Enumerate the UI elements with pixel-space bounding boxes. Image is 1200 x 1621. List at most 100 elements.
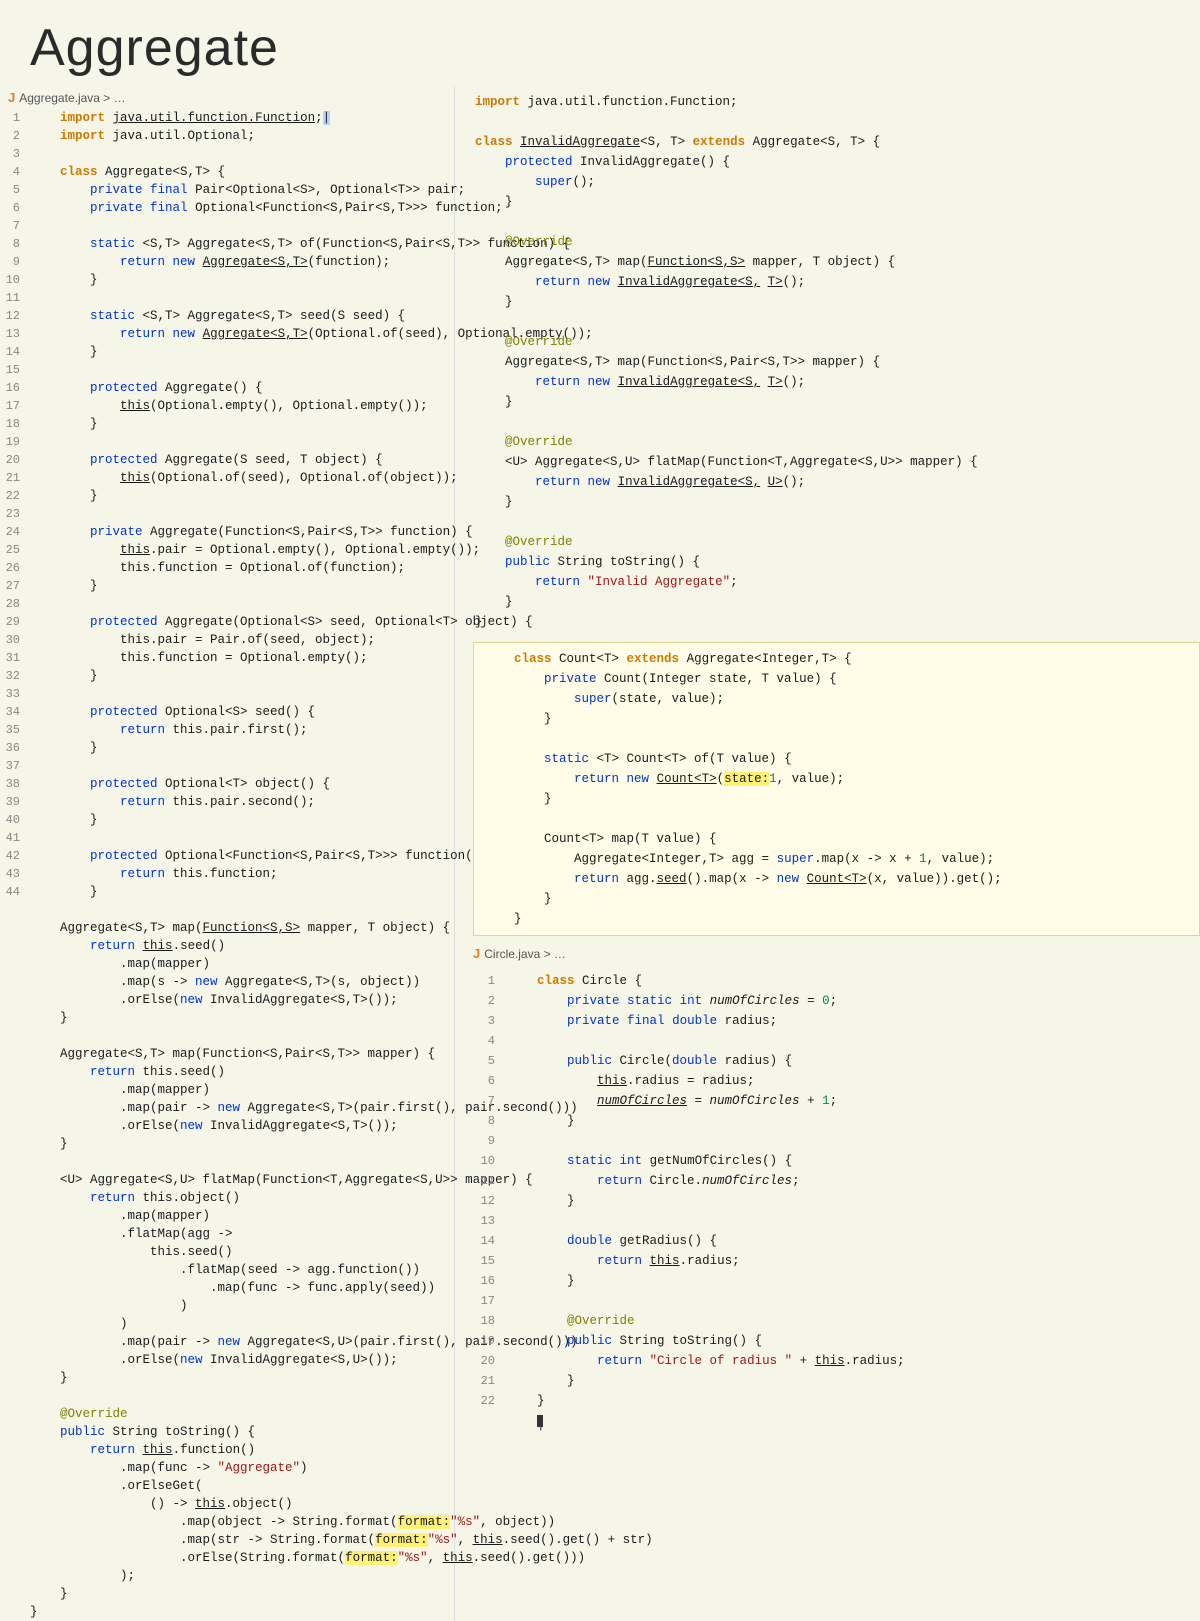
right-line-map1-close: } <box>475 292 1190 312</box>
code-line-n17: return this.object() <box>0 1189 454 1207</box>
java-icon: J <box>8 90 15 105</box>
circle-line-3: 3 private final double radius; <box>475 1011 1190 1031</box>
code-line-35: 35 return this.pair.first(); <box>0 721 454 739</box>
code-line-n15 <box>0 1153 454 1171</box>
right-panel: import java.util.function.Function; clas… <box>455 86 1200 1621</box>
code-line-n1 <box>0 901 454 919</box>
code-line-17: 17 this(Optional.empty(), Optional.empty… <box>0 397 454 415</box>
circle-line-17: 17 <box>475 1291 1190 1311</box>
code-line-38: 38 protected Optional<T> object() { <box>0 775 454 793</box>
count-blank2 <box>484 809 1189 829</box>
code-line-ov8: .map(str -> String.format(format:"%s", t… <box>0 1531 454 1549</box>
code-line-ov6: () -> this.object() <box>0 1495 454 1513</box>
circle-line-11: 11 return Circle.numOfCircles; <box>475 1171 1190 1191</box>
code-line-42: 42 protected Optional<Function<S,Pair<S,… <box>0 847 454 865</box>
code-line-ov1: @Override <box>0 1405 454 1423</box>
code-line-25: 25 this.pair = Optional.empty(), Optiona… <box>0 541 454 559</box>
code-line-9: 9 return new Aggregate<S,T>(function); <box>0 253 454 271</box>
right-line-tostr: public String toString() { <box>475 552 1190 572</box>
code-line-23: 23 <box>0 505 454 523</box>
code-line-7: 7 <box>0 217 454 235</box>
code-line-21: 21 this(Optional.of(seed), Optional.of(o… <box>0 469 454 487</box>
right-line-ctor: protected InvalidAggregate() { <box>475 152 1190 172</box>
left-panel: J Aggregate.java > … 1 import java.util.… <box>0 86 455 1621</box>
code-line-n11: .map(mapper) <box>0 1081 454 1099</box>
code-line-n21: .flatMap(seed -> agg.function()) <box>0 1261 454 1279</box>
circle-line-14: 14 double getRadius() { <box>475 1231 1190 1251</box>
code-line-6: 6 private final Optional<Function<S,Pair… <box>0 199 454 217</box>
code-line-n26: .orElse(new InvalidAggregate<S,U>()); <box>0 1351 454 1369</box>
code-line-26: 26 this.function = Optional.of(function)… <box>0 559 454 577</box>
code-line-14: 14 } <box>0 343 454 361</box>
right-line-blank4 <box>475 412 1190 432</box>
circle-line-13: 13 <box>475 1211 1190 1231</box>
circle-line-19: 19 public String toString() { <box>475 1331 1190 1351</box>
code-line-41: 41 <box>0 829 454 847</box>
code-line-ov11: } <box>0 1585 454 1603</box>
count-of-close: } <box>484 789 1189 809</box>
code-line-2: 2 import java.util.Optional; <box>0 127 454 145</box>
code-line-n23: ) <box>0 1297 454 1315</box>
circle-line-18: 18 @Override <box>475 1311 1190 1331</box>
right-line-map1-ret: return new InvalidAggregate<S, T>(); <box>475 272 1190 292</box>
code-line-ov9: .orElse(String.format(format:"%s", this.… <box>0 1549 454 1567</box>
count-ctor-close: } <box>484 709 1189 729</box>
code-line-36: 36 } <box>0 739 454 757</box>
code-line-29: 29 protected Aggregate(Optional<S> seed,… <box>0 613 454 631</box>
code-line-ov5: .orElseGet( <box>0 1477 454 1495</box>
right-line-flatmap-close: } <box>475 492 1190 512</box>
code-line-22: 22 } <box>0 487 454 505</box>
count-of: static <T> Count<T> of(T value) { <box>484 749 1189 769</box>
code-line-n4: .map(mapper) <box>0 955 454 973</box>
circle-line-end: | <box>475 1411 1190 1431</box>
code-line-31: 31 this.function = Optional.empty(); <box>0 649 454 667</box>
page-title: Aggregate <box>0 0 1200 86</box>
count-map-agg: Aggregate<Integer,T> agg = super.map(x -… <box>484 849 1189 869</box>
count-class-decl: class Count<T> extends Aggregate<Integer… <box>484 649 1189 669</box>
code-line-30: 30 this.pair = Pair.of(seed, object); <box>0 631 454 649</box>
code-line-n9: Aggregate<S,T> map(Function<S,Pair<S,T>>… <box>0 1045 454 1063</box>
code-line-20: 20 protected Aggregate(S seed, T object)… <box>0 451 454 469</box>
right-line-import: import java.util.function.Function; <box>475 92 1190 112</box>
code-line-n2: Aggregate<S,T> map(Function<S,S> mapper,… <box>0 919 454 937</box>
code-line-12: 12 static <S,T> Aggregate<S,T> seed(S se… <box>0 307 454 325</box>
right-line-blank3 <box>475 312 1190 332</box>
code-line-ov4: .map(func -> "Aggregate") <box>0 1459 454 1477</box>
code-line-ov12: } <box>0 1603 454 1621</box>
right-line-blank2 <box>475 212 1190 232</box>
code-line-19: 19 <box>0 433 454 451</box>
code-line-18: 18 } <box>0 415 454 433</box>
right-line-class-close: } <box>475 612 1190 632</box>
right-line-ov3: @Override <box>475 432 1190 452</box>
circle-line-8: 8 } <box>475 1111 1190 1131</box>
code-line-ov3: return this.function() <box>0 1441 454 1459</box>
count-class-close: } <box>484 909 1189 929</box>
code-line-ov10: ); <box>0 1567 454 1585</box>
code-line-11: 11 <box>0 289 454 307</box>
circle-line-20: 20 return "Circle of radius " + this.rad… <box>475 1351 1190 1371</box>
code-line-33: 33 <box>0 685 454 703</box>
circle-line-2: 2 private static int numOfCircles = 0; <box>475 991 1190 1011</box>
code-line-13: 13 return new Aggregate<S,T>(Optional.of… <box>0 325 454 343</box>
code-line-n24: ) <box>0 1315 454 1333</box>
count-map-ret: return agg.seed().map(x -> new Count<T>(… <box>484 869 1189 889</box>
right-file2-label: Circle.java > … <box>484 947 566 961</box>
right-line-flatmap: <U> Aggregate<S,U> flatMap(Function<T,Ag… <box>475 452 1190 472</box>
right-line-ov2: @Override <box>475 332 1190 352</box>
circle-line-5: 5 public Circle(double radius) { <box>475 1051 1190 1071</box>
code-line-44: 44 } <box>0 883 454 901</box>
code-line-ov2: public String toString() { <box>0 1423 454 1441</box>
count-super: super(state, value); <box>484 689 1189 709</box>
right-line-ov4: @Override <box>475 532 1190 552</box>
count-ctor: private Count(Integer state, T value) { <box>484 669 1189 689</box>
code-line-16: 16 protected Aggregate() { <box>0 379 454 397</box>
code-line-n25: .map(pair -> new Aggregate<S,U>(pair.fir… <box>0 1333 454 1351</box>
code-line-n27: } <box>0 1369 454 1387</box>
code-line-n14: } <box>0 1135 454 1153</box>
count-of-ret: return new Count<T>(state:1, value); <box>484 769 1189 789</box>
left-file-header: J Aggregate.java > … <box>0 86 454 109</box>
right-line-tostr-ret: return "Invalid Aggregate"; <box>475 572 1190 592</box>
code-line-n13: .orElse(new InvalidAggregate<S,T>()); <box>0 1117 454 1135</box>
circle-line-6: 6 this.radius = radius; <box>475 1071 1190 1091</box>
code-line-8: 8 static <S,T> Aggregate<S,T> of(Functio… <box>0 235 454 253</box>
